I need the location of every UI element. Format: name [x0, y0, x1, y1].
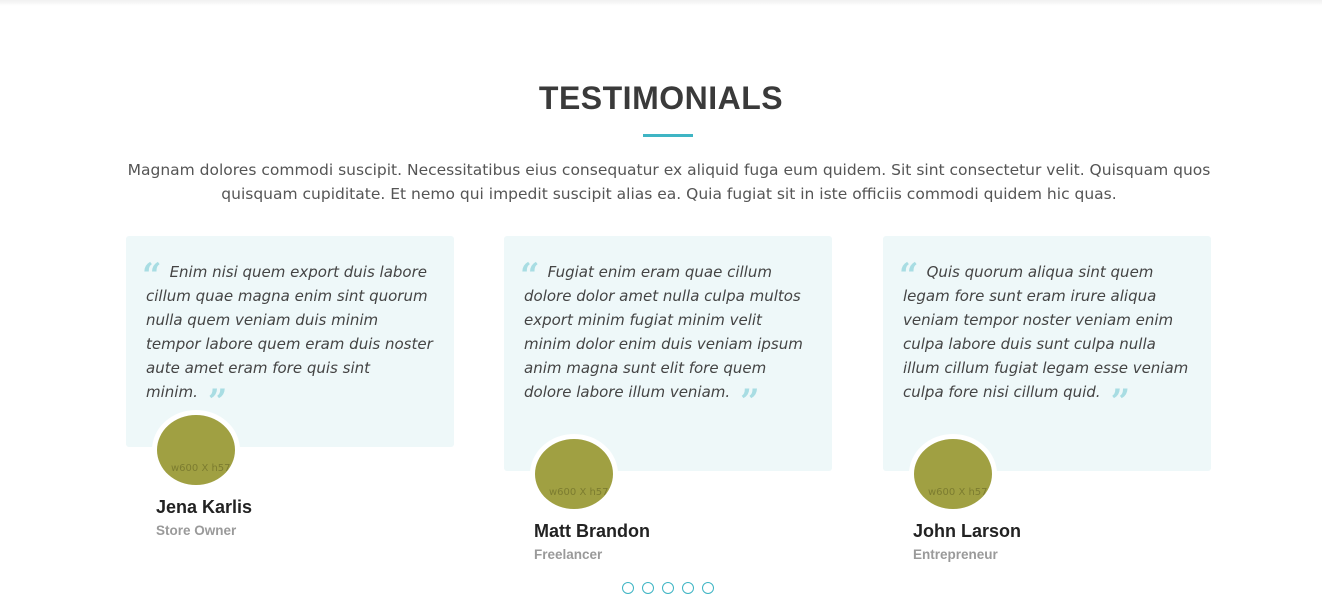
testimonial-role: Entrepreneur	[913, 547, 998, 562]
testimonial-box: “Fugiat enim eram quae cillum dolore dol…	[504, 236, 832, 471]
testimonials-section: TESTIMONIALS Magnam dolores commodi susc…	[0, 0, 1322, 599]
avatar: w600 X h57	[152, 410, 240, 490]
avatar-placeholder-text: w600 X h57	[549, 487, 609, 498]
avatar-placeholder-text: w600 X h57	[928, 487, 988, 498]
section-title: TESTIMONIALS	[538, 80, 784, 116]
pagination-dot-3[interactable]	[662, 582, 674, 594]
avatar: w600 X h57	[909, 434, 997, 514]
pagination-dot-2[interactable]	[642, 582, 654, 594]
testimonial-box: “Quis quorum aliqua sint quem legam fore…	[883, 236, 1211, 471]
pagination-dot-1[interactable]	[622, 582, 634, 594]
testimonial-card: “Quis quorum aliqua sint quem legam fore…	[883, 236, 1211, 562]
carousel-pagination	[622, 582, 714, 596]
avatar: w600 X h57	[530, 434, 618, 514]
pagination-dot-5[interactable]	[702, 582, 714, 594]
quote-body: Enim nisi quem export duis labore cillum…	[146, 263, 433, 401]
testimonial-name: Jena Karlis	[156, 497, 253, 517]
testimonial-quote: “Quis quorum aliqua sint quem legam fore…	[899, 259, 1191, 419]
quote-body: Fugiat enim eram quae cillum dolore dolo…	[524, 263, 803, 401]
testimonial-name: Matt Brandon	[534, 521, 650, 541]
avatar-placeholder-text: w600 X h57	[171, 463, 231, 474]
quote-right-icon: ”	[1110, 382, 1131, 422]
testimonial-role: Store Owner	[156, 523, 237, 538]
section-intro: Magnam dolores commodi suscipit. Necessi…	[127, 161, 1211, 203]
pagination-dot-4[interactable]	[682, 582, 694, 594]
quote-body: Quis quorum aliqua sint quem legam fore …	[903, 263, 1189, 401]
testimonial-card: “Fugiat enim eram quae cillum dolore dol…	[504, 236, 832, 562]
testimonial-card: “Enim nisi quem export duis labore cillu…	[126, 236, 454, 538]
testimonial-role: Freelancer	[534, 547, 603, 562]
testimonial-quote: “Fugiat enim eram quae cillum dolore dol…	[520, 259, 812, 419]
quote-right-icon: ”	[740, 382, 760, 422]
testimonial-name: John Larson	[913, 521, 1022, 541]
testimonial-quote: “Enim nisi quem export duis labore cillu…	[142, 259, 434, 419]
title-underline	[643, 134, 693, 137]
